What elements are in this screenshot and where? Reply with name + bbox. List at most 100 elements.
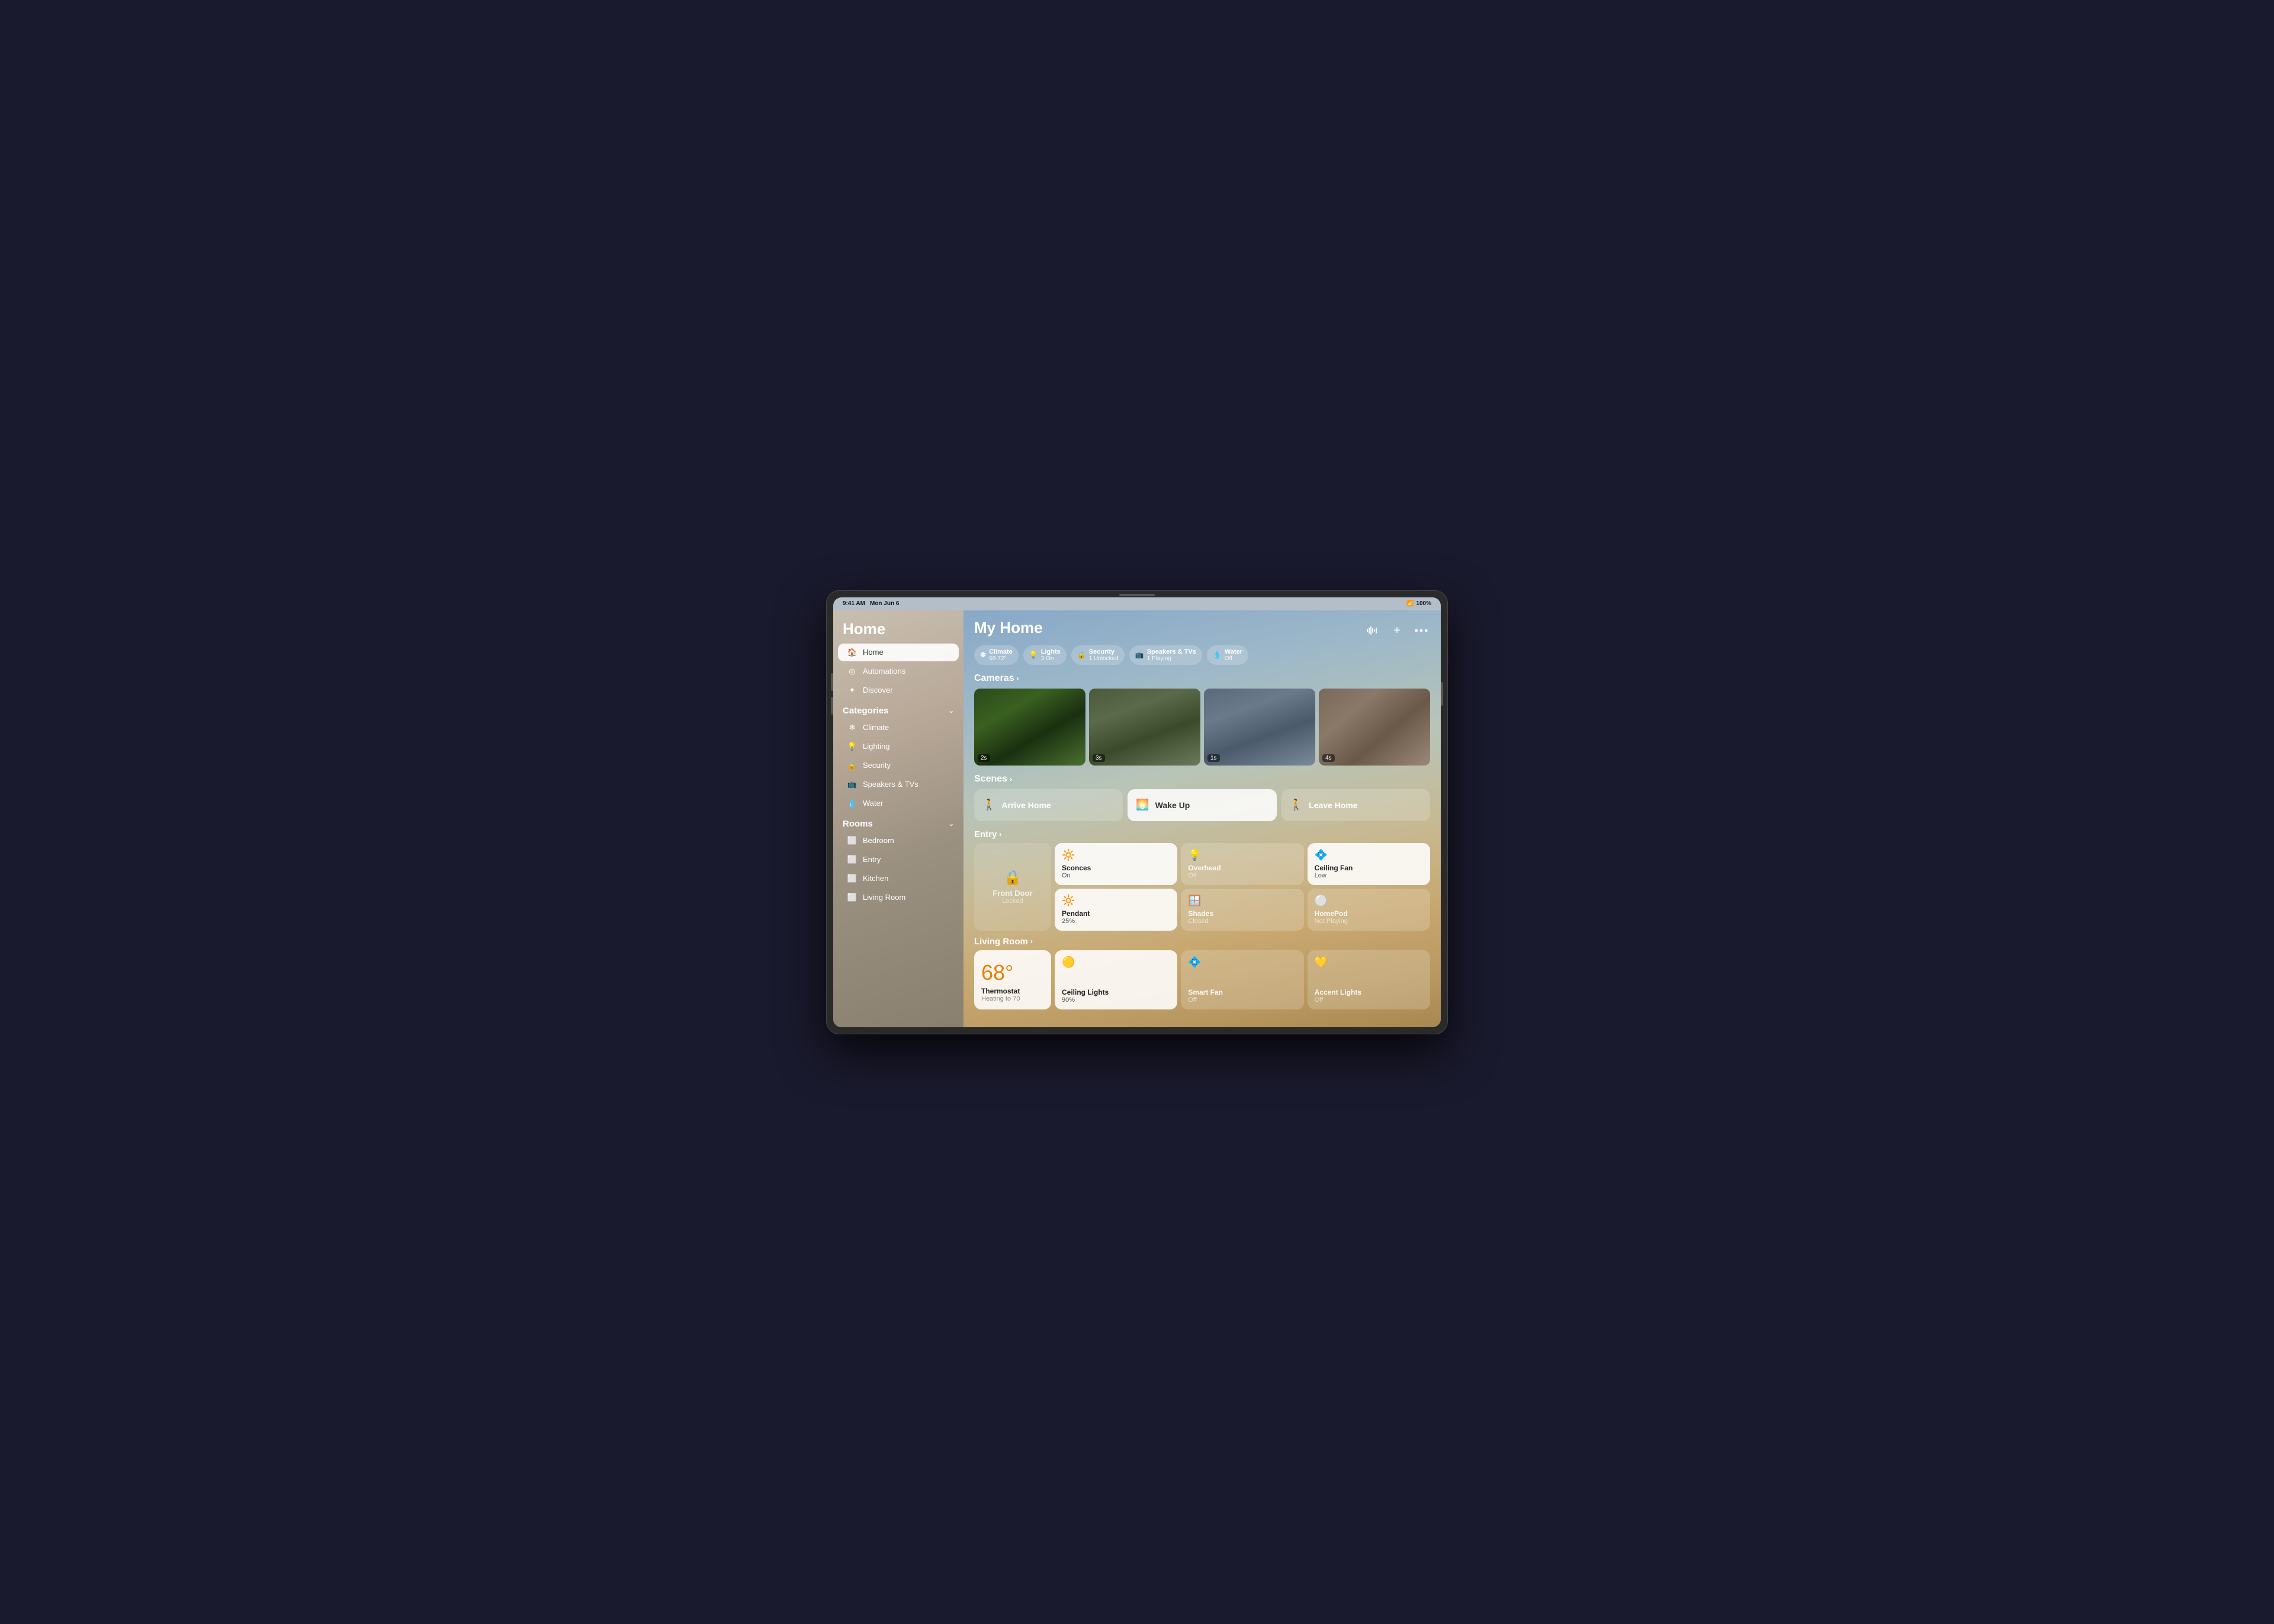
device-thermostat[interactable]: 68° Thermostat Heating to 70 <box>974 950 1051 1009</box>
top-bar: My Home + <box>974 619 1430 643</box>
smart-fan-name: Smart Fan <box>1188 988 1296 996</box>
sidebar-item-discover[interactable]: ✦ Discover <box>838 681 959 699</box>
sidebar-climate-label: Climate <box>863 723 889 732</box>
device-ceiling-lights[interactable]: 🟡 Ceiling Lights 90% <box>1055 950 1177 1009</box>
water-icon: 💧 <box>847 799 857 808</box>
discover-icon: ✦ <box>847 686 857 695</box>
scenes-section-header[interactable]: Scenes › <box>974 774 1430 784</box>
chip-speakers-sublabel: 1 Playing <box>1147 655 1196 662</box>
chip-lights-icon: 💡 <box>1029 651 1038 659</box>
device-homepod[interactable]: ⚪ HomePod Not Playing <box>1308 889 1430 931</box>
shades-name: Shades <box>1188 909 1296 918</box>
entry-label: Entry <box>974 829 997 840</box>
sidebar-item-home[interactable]: 🏠 Home <box>838 644 959 661</box>
chip-climate-icon: ❄ <box>980 651 986 659</box>
rooms-section-title[interactable]: Rooms ⌄ <box>833 813 963 831</box>
category-chips: ❄ Climate 68-72° 💡 Lights 3 On <box>974 645 1430 665</box>
chip-security[interactable]: 🔒 Security 1 Unlocked <box>1071 645 1125 665</box>
ceiling-lights-icon: 🟡 <box>1062 956 1170 969</box>
scenes-label: Scenes <box>974 774 1007 784</box>
camera-feed-3[interactable]: 1s <box>1204 689 1315 766</box>
camera-feed-2[interactable]: 3s <box>1089 689 1200 766</box>
sidebar-item-automations[interactable]: ◎ Automations <box>838 663 959 680</box>
chip-climate-sublabel: 68-72° <box>989 655 1013 662</box>
sidebar-item-speakers[interactable]: 📺 Speakers & TVs <box>838 776 959 793</box>
scene-arrive-home[interactable]: 🚶 Arrive Home <box>974 789 1123 821</box>
living-room-section-header[interactable]: Living Room › <box>974 937 1430 947</box>
chip-lights[interactable]: 💡 Lights 3 On <box>1023 645 1067 665</box>
leave-home-label: Leave Home <box>1309 800 1357 810</box>
chip-water-label: Water <box>1225 648 1242 655</box>
categories-chevron: ⌄ <box>949 707 954 715</box>
camera-row: 2s 3s 1s 4s <box>974 689 1430 766</box>
sidebar-item-climate[interactable]: ❄ Climate <box>838 719 959 737</box>
sidebar-security-label: Security <box>863 761 891 770</box>
more-button[interactable]: ••• <box>1414 622 1430 639</box>
automations-icon: ◎ <box>847 667 857 676</box>
device-sconces[interactable]: 🔆 Sconces On <box>1055 843 1177 885</box>
overhead-status: Off <box>1188 872 1296 879</box>
add-button[interactable]: + <box>1389 622 1405 639</box>
camera-feed-1[interactable]: 2s <box>974 689 1085 766</box>
accent-lights-name: Accent Lights <box>1315 988 1423 996</box>
cameras-section-header[interactable]: Cameras › <box>974 673 1430 684</box>
top-actions: + ••• <box>1364 622 1430 639</box>
device-accent-lights[interactable]: 💛 Accent Lights Off <box>1308 950 1430 1009</box>
cameras-label: Cameras <box>974 673 1014 684</box>
entry-section-header[interactable]: Entry › <box>974 829 1430 840</box>
wake-up-label: Wake Up <box>1155 800 1190 810</box>
living-room-label: Living Room <box>974 937 1028 947</box>
device-overhead[interactable]: 💡 Overhead Off <box>1181 843 1303 885</box>
lighting-icon: 💡 <box>847 742 857 751</box>
sidebar-item-living-room[interactable]: ⬜ Living Room <box>838 889 959 906</box>
chip-security-icon: 🔒 <box>1077 651 1086 659</box>
shades-icon: 🪟 <box>1188 895 1296 907</box>
ceiling-fan-icon: 💠 <box>1315 849 1423 861</box>
sconces-name: Sconces <box>1062 864 1170 872</box>
pendant-icon: 🔆 <box>1062 895 1170 907</box>
status-bar: 9:41 AM Mon Jun 6 📶 100% <box>833 597 1441 610</box>
sidebar-item-kitchen[interactable]: ⬜ Kitchen <box>838 870 959 887</box>
chip-security-sublabel: 1 Unlocked <box>1089 655 1119 662</box>
sidebar-item-water[interactable]: 💧 Water <box>838 795 959 812</box>
chip-water-sublabel: Off <box>1225 655 1242 662</box>
sidebar-item-entry[interactable]: ⬜ Entry <box>838 851 959 869</box>
chip-water-icon: 💧 <box>1213 651 1222 659</box>
chip-speakers[interactable]: 📺 Speakers & TVs 1 Playing <box>1129 645 1202 665</box>
wifi-icon: 📶 <box>1406 600 1414 607</box>
sidebar-kitchen-label: Kitchen <box>863 874 888 883</box>
sidebar-item-lighting[interactable]: 💡 Lighting <box>838 738 959 755</box>
device-ceiling-fan[interactable]: 💠 Ceiling Fan Low <box>1308 843 1430 885</box>
date-display: Mon Jun 6 <box>870 600 899 607</box>
scene-leave-home[interactable]: 🚶 Leave Home <box>1281 789 1430 821</box>
waveform-button[interactable] <box>1364 622 1380 639</box>
device-shades[interactable]: 🪟 Shades Closed <box>1181 889 1303 931</box>
categories-section-title[interactable]: Categories ⌄ <box>833 700 963 718</box>
smart-fan-icon: 💠 <box>1188 956 1296 969</box>
pendant-name: Pendant <box>1062 909 1170 918</box>
battery-display: 100% <box>1416 600 1431 607</box>
cameras-chevron: › <box>1017 674 1019 683</box>
device-smart-fan[interactable]: 💠 Smart Fan Off <box>1181 950 1303 1009</box>
arrive-home-icon: 🚶 <box>982 799 995 811</box>
sidebar-automations-label: Automations <box>863 667 905 676</box>
sidebar-entry-label: Entry <box>863 855 881 864</box>
sidebar-item-bedroom[interactable]: ⬜ Bedroom <box>838 832 959 850</box>
chip-climate-label: Climate <box>989 648 1013 655</box>
homepod-status: Not Playing <box>1315 918 1423 925</box>
chip-lights-label: Lights <box>1041 648 1061 655</box>
living-room-device-grid: 68° Thermostat Heating to 70 🟡 Ceiling L… <box>974 950 1430 1009</box>
camera-feed-4[interactable]: 4s <box>1319 689 1430 766</box>
thermostat-status: Heating to 70 <box>981 995 1044 1002</box>
sidebar-item-security[interactable]: 🔒 Security <box>838 757 959 774</box>
entry-icon: ⬜ <box>847 855 857 864</box>
sconces-icon: 🔆 <box>1062 849 1170 861</box>
accent-lights-status: Off <box>1315 996 1423 1004</box>
chip-climate[interactable]: ❄ Climate 68-72° <box>974 645 1019 665</box>
scene-wake-up[interactable]: 🌅 Wake Up <box>1128 789 1276 821</box>
ceiling-lights-status: 90% <box>1062 996 1170 1004</box>
app-content: Home 🏠 Home ◎ Automations ✦ Discover Cat… <box>833 610 1441 1027</box>
chip-water[interactable]: 💧 Water Off <box>1207 645 1248 665</box>
device-front-door[interactable]: 🔒 Front Door Locked <box>974 843 1051 931</box>
device-pendant[interactable]: 🔆 Pendant 25% <box>1055 889 1177 931</box>
